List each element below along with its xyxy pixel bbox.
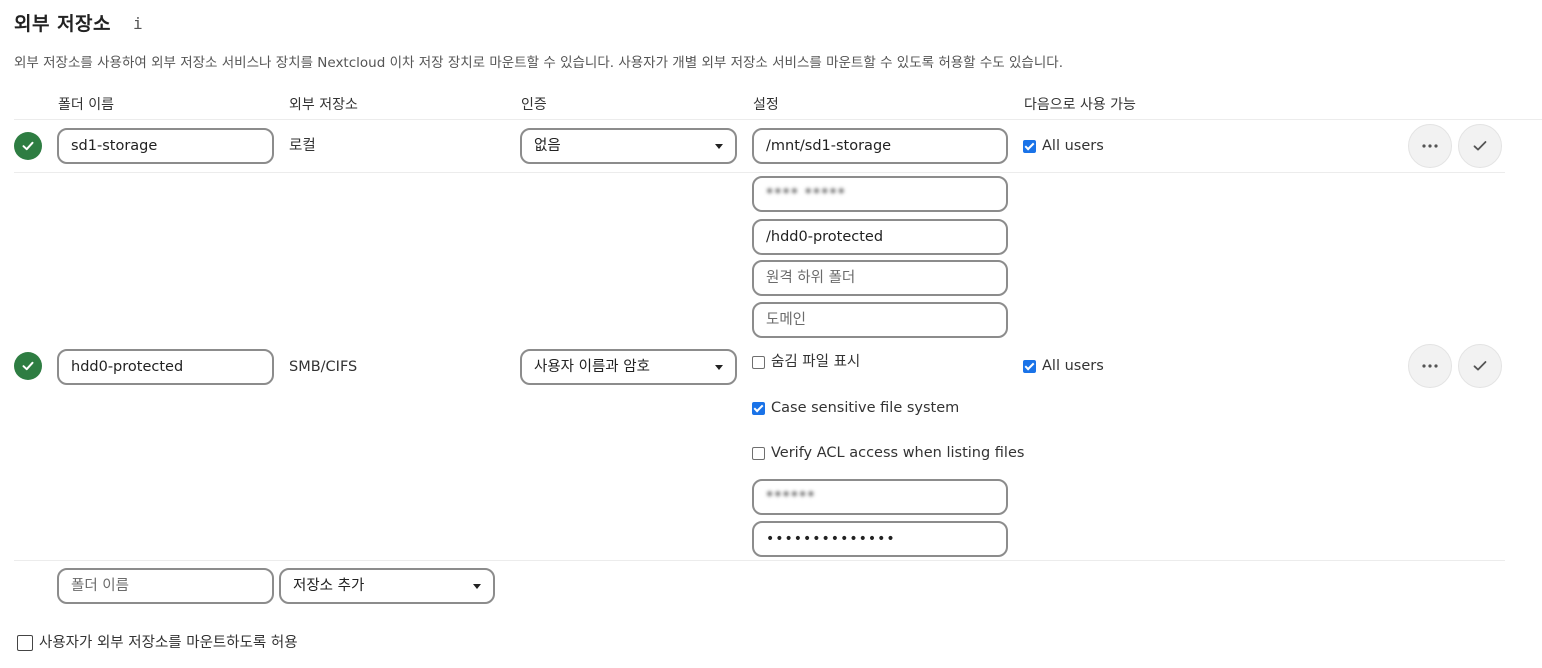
- applicable-all-users-checkbox[interactable]: All users: [1023, 136, 1104, 156]
- column-header-folder-name: 폴더 이름: [58, 97, 114, 113]
- check-icon: [1473, 361, 1487, 371]
- backend-label: SMB/CIFS: [289, 359, 358, 375]
- check-icon: [1473, 141, 1487, 151]
- case-sensitive-checkbox[interactable]: Case sensitive file system: [752, 398, 959, 418]
- status-ok-icon: [14, 132, 42, 160]
- column-header-external-storage: 외부 저장소: [289, 97, 358, 113]
- checkbox-unchecked-icon: [752, 355, 765, 369]
- mount-row-sd1-storage: [14, 132, 42, 160]
- auth-select[interactable]: 사용자 이름과 암호: [520, 349, 737, 385]
- caret-down-icon: [473, 584, 481, 589]
- caret-down-icon: [715, 144, 723, 149]
- case-sensitive-label: Case sensitive file system: [771, 400, 960, 416]
- new-folder-name-input[interactable]: 폴더 이름: [57, 568, 274, 604]
- column-header-available-for: 다음으로 사용 가능: [1024, 97, 1136, 113]
- auth-select-value: 사용자 이름과 암호: [534, 359, 650, 375]
- auth-select[interactable]: 없음: [520, 128, 737, 164]
- checkbox-checked-icon: [1023, 359, 1036, 373]
- checkbox-checked-icon: [1023, 139, 1036, 153]
- backend-label: 로컬: [289, 138, 316, 154]
- checkbox-unchecked-icon: [752, 446, 765, 460]
- allow-user-mounting-label: 사용자가 외부 저장소를 마운트하도록 허용: [39, 635, 298, 651]
- allow-user-mounting-checkbox[interactable]: 사용자가 외부 저장소를 마운트하도록 허용: [17, 633, 298, 653]
- mount-row-hdd0-protected: [14, 352, 42, 380]
- add-storage-label: 저장소 추가: [293, 578, 365, 594]
- save-button[interactable]: [1458, 344, 1502, 388]
- show-hidden-files-checkbox[interactable]: 숨김 파일 표시: [752, 352, 860, 372]
- header-divider: [14, 119, 1542, 120]
- host-value: **** *****: [766, 186, 846, 202]
- applicable-label: All users: [1042, 358, 1104, 374]
- username-value: ******: [766, 489, 816, 505]
- checkbox-checked-icon: [752, 401, 765, 415]
- share-input[interactable]: /hdd0-protected: [752, 219, 1008, 255]
- username-input[interactable]: ******: [752, 479, 1008, 515]
- folder-name-input[interactable]: sd1-storage: [57, 128, 274, 164]
- host-input[interactable]: **** *****: [752, 176, 1008, 212]
- more-actions-button[interactable]: [1408, 344, 1452, 388]
- info-icon[interactable]: i: [133, 14, 147, 34]
- remote-subfolder-input[interactable]: 원격 하위 폴더: [752, 260, 1008, 296]
- show-hidden-files-label: 숨김 파일 표시: [771, 354, 861, 370]
- more-horizontal-icon: [1422, 364, 1438, 368]
- save-button[interactable]: [1458, 124, 1502, 168]
- section-description: 외부 저장소를 사용하여 외부 저장소 서비스나 장치를 Nextcloud 이…: [14, 55, 1063, 71]
- checkbox-unchecked-icon: [17, 635, 33, 651]
- verify-acl-label: Verify ACL access when listing files: [771, 445, 1025, 461]
- domain-input[interactable]: 도메인: [752, 302, 1008, 338]
- check-icon: [22, 141, 34, 151]
- password-input[interactable]: ••••••••••••••: [752, 521, 1008, 557]
- column-header-configuration: 설정: [753, 97, 779, 113]
- more-actions-button[interactable]: [1408, 124, 1452, 168]
- auth-select-value: 없음: [534, 138, 561, 154]
- add-storage-select[interactable]: 저장소 추가: [279, 568, 495, 604]
- column-header-authentication: 인증: [521, 97, 547, 113]
- caret-down-icon: [715, 365, 723, 370]
- folder-name-input[interactable]: hdd0-protected: [57, 349, 274, 385]
- datadir-input[interactable]: /mnt/sd1-storage: [752, 128, 1008, 164]
- more-horizontal-icon: [1422, 144, 1438, 148]
- status-ok-icon: [14, 352, 42, 380]
- applicable-all-users-checkbox[interactable]: All users: [1023, 356, 1104, 376]
- applicable-label: All users: [1042, 138, 1104, 154]
- section-title: 외부 저장소: [14, 13, 112, 35]
- row-divider: [14, 172, 1505, 173]
- verify-acl-checkbox[interactable]: Verify ACL access when listing files: [752, 443, 1024, 463]
- row-divider: [14, 560, 1505, 561]
- check-icon: [22, 361, 34, 371]
